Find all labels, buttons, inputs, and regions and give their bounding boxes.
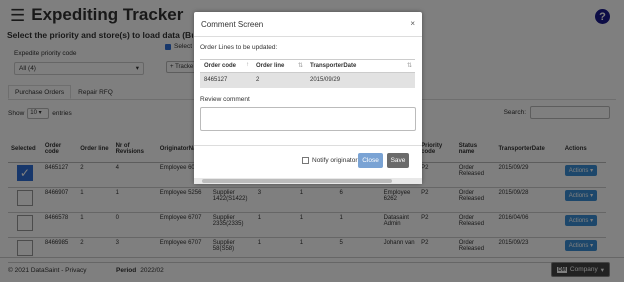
close-icon[interactable]: × bbox=[410, 19, 415, 28]
review-comment-label: Review comment bbox=[200, 96, 250, 103]
column-header-order-line[interactable]: Order line ⇅ bbox=[252, 59, 306, 73]
save-button[interactable]: Save bbox=[387, 153, 409, 168]
table-row[interactable]: 8465127 2 2015/09/29 bbox=[200, 72, 415, 88]
order-lines-table: Order code ↑ Order line ⇅ TransporterDate ⇅… bbox=[200, 59, 415, 88]
close-button[interactable]: Close bbox=[358, 153, 383, 168]
horizontal-scrollbar[interactable] bbox=[194, 178, 422, 184]
column-header-order-code[interactable]: Order code ↑ bbox=[200, 59, 252, 73]
column-header-transporter-date[interactable]: TransporterDate ⇅ bbox=[306, 59, 415, 73]
column-header-label: Order code bbox=[204, 63, 237, 69]
table-header-row: Order code ↑ Order line ⇅ TransporterDate ⇅ bbox=[200, 59, 415, 73]
checkbox-icon bbox=[302, 157, 309, 164]
dialog-divider bbox=[194, 145, 422, 146]
scrollbar-thumb[interactable] bbox=[202, 179, 392, 183]
cell-order-line: 2 bbox=[252, 72, 306, 88]
dialog-divider bbox=[194, 36, 422, 37]
cell-transporter-date: 2015/09/29 bbox=[306, 72, 415, 88]
notify-originator-checkbox[interactable]: Notify originator bbox=[302, 157, 358, 164]
dialog-title: Comment Screen bbox=[201, 20, 264, 29]
comment-dialog: Comment Screen × Order Lines to be updat… bbox=[194, 12, 422, 184]
notify-originator-label: Notify originator bbox=[312, 157, 358, 164]
sort-icon: ⇅ bbox=[297, 63, 303, 69]
order-lines-label: Order Lines to be updated: bbox=[200, 44, 278, 51]
column-header-label: Order line bbox=[256, 63, 285, 69]
sort-asc-icon: ↑ bbox=[246, 62, 249, 68]
cell-order-code: 8465127 bbox=[200, 72, 252, 88]
review-comment-input[interactable] bbox=[200, 107, 416, 131]
column-header-label: TransporterDate bbox=[310, 63, 357, 69]
sort-icon: ⇅ bbox=[406, 63, 412, 69]
